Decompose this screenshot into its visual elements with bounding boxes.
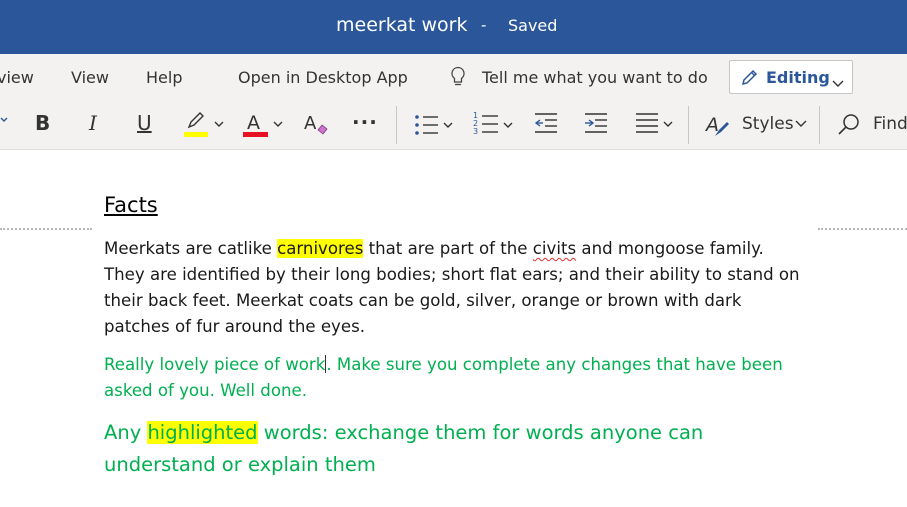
chevron-down-icon[interactable] bbox=[795, 120, 807, 146]
find-button[interactable]: Find bbox=[873, 114, 907, 134]
paragraph-text: that are part of the bbox=[363, 239, 533, 258]
font-color-icon[interactable]: A bbox=[242, 110, 288, 137]
editing-label: Editing bbox=[766, 68, 830, 87]
ribbon-toolbar: B I U A A ··· 1 2 3 A Styles Find bbox=[0, 100, 907, 150]
bold-button[interactable]: B bbox=[35, 111, 50, 135]
tell-me-search[interactable]: Tell me what you want to do bbox=[482, 68, 708, 87]
underline-button[interactable]: U bbox=[137, 111, 152, 135]
decrease-indent-icon[interactable] bbox=[533, 111, 559, 137]
open-in-desktop-app-button[interactable]: Open in Desktop App bbox=[238, 68, 408, 87]
toolbar-divider bbox=[688, 106, 689, 144]
bullets-icon[interactable] bbox=[412, 112, 460, 138]
menu-tab-help[interactable]: Help bbox=[146, 68, 182, 87]
instruction-part: Any bbox=[104, 421, 148, 444]
toolbar-divider bbox=[396, 106, 397, 144]
highlighted-word: highlighted bbox=[147, 421, 258, 444]
page-margin-marker bbox=[0, 228, 92, 230]
chevron-down-icon[interactable] bbox=[0, 116, 8, 142]
styles-button[interactable]: Styles bbox=[742, 114, 794, 134]
svg-text:3: 3 bbox=[473, 127, 478, 136]
pencil-icon bbox=[740, 69, 760, 87]
page-margin-marker bbox=[818, 228, 907, 230]
highlighter-icon[interactable] bbox=[183, 110, 229, 137]
document-title[interactable]: meerkat work bbox=[336, 14, 467, 36]
title-separator: - bbox=[481, 16, 487, 34]
lightbulb-icon bbox=[450, 66, 466, 88]
instruction-text[interactable]: Any highlighted words: exchange them for… bbox=[104, 417, 804, 481]
chevron-down-icon bbox=[832, 73, 844, 87]
search-icon[interactable] bbox=[836, 112, 862, 138]
document-heading[interactable]: Facts bbox=[104, 193, 158, 217]
svg-text:A: A bbox=[304, 113, 317, 134]
numbering-icon[interactable]: 1 2 3 bbox=[472, 110, 520, 136]
align-icon[interactable] bbox=[634, 111, 680, 137]
title-bar: meerkat work - Saved bbox=[0, 0, 907, 54]
save-status: Saved bbox=[508, 16, 558, 35]
italic-button[interactable]: I bbox=[89, 111, 97, 135]
document-canvas[interactable]: Facts Meerkats are catlike carnivores th… bbox=[0, 151, 907, 507]
misspelled-word[interactable]: civits bbox=[533, 239, 576, 258]
svg-text:A: A bbox=[705, 114, 719, 136]
svg-text:A: A bbox=[247, 112, 260, 134]
menu-bar: view View Help Open in Desktop App Tell … bbox=[0, 54, 907, 100]
increase-indent-icon[interactable] bbox=[583, 111, 609, 137]
body-paragraph[interactable]: Meerkats are catlike carnivores that are… bbox=[104, 236, 804, 340]
menu-tab-view[interactable]: View bbox=[71, 68, 109, 87]
menu-tab-review[interactable]: view bbox=[0, 68, 34, 87]
more-options-button[interactable]: ··· bbox=[352, 110, 378, 134]
editing-mode-button[interactable]: Editing bbox=[729, 60, 853, 94]
highlighted-word: carnivores bbox=[277, 239, 364, 258]
clear-formatting-icon[interactable]: A bbox=[303, 110, 331, 136]
styles-icon[interactable]: A bbox=[705, 112, 731, 138]
paragraph-text: Meerkats are catlike bbox=[104, 239, 278, 258]
toolbar-divider bbox=[819, 106, 820, 144]
comment-text: Really lovely piece of work bbox=[104, 355, 326, 374]
teacher-comment[interactable]: Really lovely piece of work. Make sure y… bbox=[104, 352, 804, 404]
